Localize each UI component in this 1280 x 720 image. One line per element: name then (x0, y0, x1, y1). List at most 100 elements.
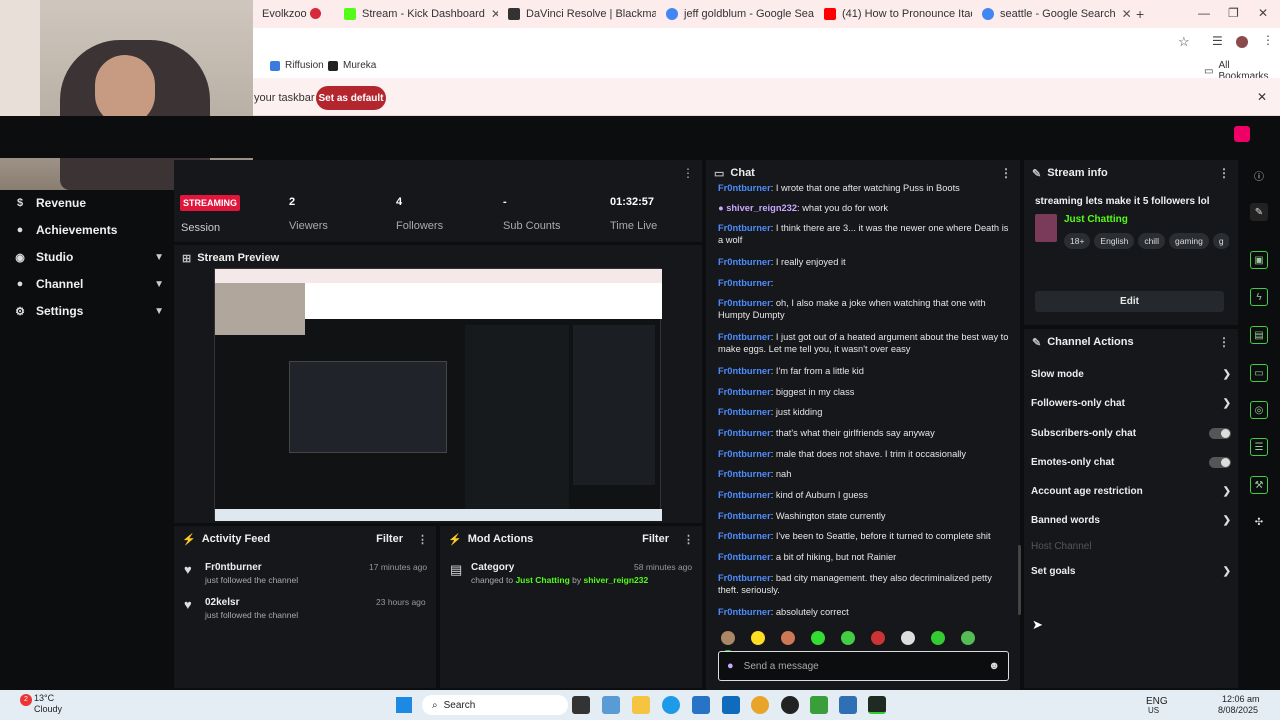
sidebar-item-revenue[interactable]: $ Revenue (14, 192, 164, 214)
panel-menu-icon[interactable]: ⋮ (1218, 166, 1230, 180)
list-icon[interactable]: ☰ (1250, 438, 1268, 456)
sidebar-item-settings[interactable]: ⚙ Settings ▼ (14, 300, 164, 322)
emote-icon[interactable] (841, 631, 855, 645)
chat-username[interactable]: Fr0ntburner (718, 490, 771, 500)
chrome-icon[interactable] (751, 696, 769, 714)
taskbar-search[interactable]: ⌕ Search (422, 695, 568, 715)
bookmark-riffusion[interactable]: Riffusion (270, 60, 324, 71)
filter-button[interactable]: Filter (642, 533, 669, 545)
outlook-icon[interactable] (722, 696, 740, 714)
panel-menu-icon[interactable]: ⋮ (1218, 335, 1230, 349)
chat-username[interactable]: Fr0ntburner (718, 573, 771, 583)
emotes-only-toggle[interactable] (1209, 456, 1231, 468)
chat-username[interactable]: Fr0ntburner (718, 449, 771, 459)
chat-username[interactable]: Fr0ntburner (718, 511, 771, 521)
chat-username[interactable]: Fr0ntburner (718, 366, 771, 376)
action-slow-mode[interactable]: Slow mode ❯ (1031, 366, 1231, 382)
chat-scrollbar[interactable] (1018, 545, 1021, 615)
chat-username[interactable]: Fr0ntburner (718, 407, 771, 417)
bookmark-mureka[interactable]: Mureka (328, 60, 376, 71)
file-explorer-icon[interactable] (632, 696, 650, 714)
menu-icon[interactable]: ⋮ (1262, 33, 1274, 47)
wrench-icon[interactable]: ⚒ (1250, 476, 1268, 494)
chat-username[interactable]: Fr0ntburner (718, 257, 771, 267)
broadcast-icon[interactable]: ◎ (1250, 401, 1268, 419)
emoji-icon[interactable]: ☻ (988, 660, 1000, 672)
copilot-icon[interactable] (602, 696, 620, 714)
task-view-icon[interactable] (572, 696, 590, 714)
edit-button[interactable]: Edit (1035, 291, 1224, 312)
chat-username[interactable]: Fr0ntburner (718, 552, 771, 562)
emote-icon[interactable] (781, 631, 795, 645)
set-default-button[interactable]: Set as default (316, 86, 386, 110)
screen-icon[interactable]: ▣ (1250, 251, 1268, 269)
action-account-age[interactable]: Account age restriction ❯ (1031, 483, 1231, 499)
clipboard-icon[interactable]: ▤ (1250, 326, 1268, 344)
emote-icon[interactable] (751, 631, 765, 645)
windows-start-icon[interactable] (396, 697, 412, 713)
chat-username[interactable]: Fr0ntburner (718, 332, 771, 342)
mod-action-user[interactable]: shiver_reign232 (584, 575, 649, 585)
minimize-icon[interactable]: — (1198, 6, 1210, 20)
stream-category[interactable]: Just Chatting (1064, 214, 1128, 225)
clock-time[interactable]: 12:06 am (1222, 694, 1260, 704)
new-tab-icon[interactable]: + (1136, 6, 1144, 22)
close-tab-icon[interactable]: ✕ (485, 7, 498, 21)
info-icon[interactable]: ⓘ (1250, 166, 1268, 184)
panel-menu-icon[interactable]: ⋮ (417, 533, 428, 546)
tab-kick-dashboard[interactable]: Stream - Kick Dashboard ✕ (336, 0, 498, 28)
apps-icon[interactable]: ✣ (1250, 513, 1268, 531)
tab-davinci[interactable]: DaVinci Resolve | Blackmagic D ✕ (500, 0, 656, 28)
action-set-goals[interactable]: Set goals ❯ (1031, 563, 1231, 579)
obs-icon[interactable] (781, 696, 799, 714)
store-icon[interactable] (692, 696, 710, 714)
subscribers-only-toggle[interactable] (1209, 427, 1231, 439)
emote-icon[interactable] (961, 631, 975, 645)
chat-username[interactable]: Fr0ntburner (718, 278, 771, 288)
chat-username[interactable]: Fr0ntburner (718, 531, 771, 541)
tab-jeff-goldblum[interactable]: jeff goldblum - Google Search ✕ (658, 0, 814, 28)
weather-temp[interactable]: 13°C (34, 693, 54, 703)
chat-username[interactable]: shiver_reign232 (726, 203, 797, 213)
close-tab-icon[interactable]: ✕ (1116, 7, 1130, 21)
activity-user[interactable]: Fr0ntburner (205, 562, 262, 573)
chat-bubble-icon[interactable]: ▭ (1250, 364, 1268, 382)
chat-username[interactable]: Fr0ntburner (718, 387, 771, 397)
sidebar-item-achievements[interactable]: ● Achievements (14, 219, 164, 241)
xbox-icon[interactable] (810, 696, 828, 714)
chat-username[interactable]: Fr0ntburner (718, 428, 771, 438)
sidebar-item-channel[interactable]: ● Channel ▼ (14, 273, 164, 295)
panel-menu-icon[interactable]: ⋮ (1000, 166, 1012, 180)
close-window-icon[interactable]: ✕ (1258, 6, 1268, 20)
emote-icon[interactable] (931, 631, 945, 645)
chat-username[interactable]: Fr0ntburner (718, 223, 771, 233)
star-icon[interactable]: ☆ (1178, 34, 1190, 50)
edge-icon[interactable] (662, 696, 680, 714)
sidebar-item-studio[interactable]: ◉ Studio ▼ (14, 246, 164, 268)
action-banned-words[interactable]: Banned words ❯ (1031, 512, 1231, 528)
emote-icon[interactable] (721, 631, 735, 645)
panel-menu-icon[interactable]: ⋮ (683, 533, 694, 546)
stream-preview-video[interactable] (214, 268, 662, 521)
mic-icon[interactable]: ● (727, 660, 734, 672)
panel-menu-icon[interactable]: ⋮ (682, 166, 694, 180)
pencil-icon[interactable]: ✎ (1250, 203, 1268, 221)
emote-icon[interactable] (901, 631, 915, 645)
lightning-icon[interactable]: ϟ (1250, 288, 1268, 306)
filter-button[interactable]: Filter (376, 533, 403, 545)
maximize-icon[interactable]: ❐ (1228, 6, 1239, 20)
reading-list-icon[interactable]: ☰ (1212, 34, 1223, 48)
tab-youtube[interactable]: (41) How to Pronounce Itadaki ✕ (816, 0, 972, 28)
action-followers-only[interactable]: Followers-only chat ❯ (1031, 395, 1231, 411)
tab-seattle[interactable]: seattle - Google Search ✕ (974, 0, 1130, 28)
emote-icon[interactable] (811, 631, 825, 645)
mod-action-category[interactable]: Just Chatting (515, 575, 569, 585)
close-infobar-icon[interactable]: ✕ (1257, 90, 1267, 104)
app-icon[interactable] (839, 696, 857, 714)
activity-user[interactable]: 02kelsr (205, 597, 239, 608)
chat-username[interactable]: Fr0ntburner (718, 607, 771, 617)
chat-input[interactable]: ● Send a message ☻ (718, 651, 1009, 681)
emote-icon[interactable] (871, 631, 885, 645)
chat-username[interactable]: Fr0ntburner (718, 298, 771, 308)
kick-app-icon[interactable] (868, 696, 886, 714)
